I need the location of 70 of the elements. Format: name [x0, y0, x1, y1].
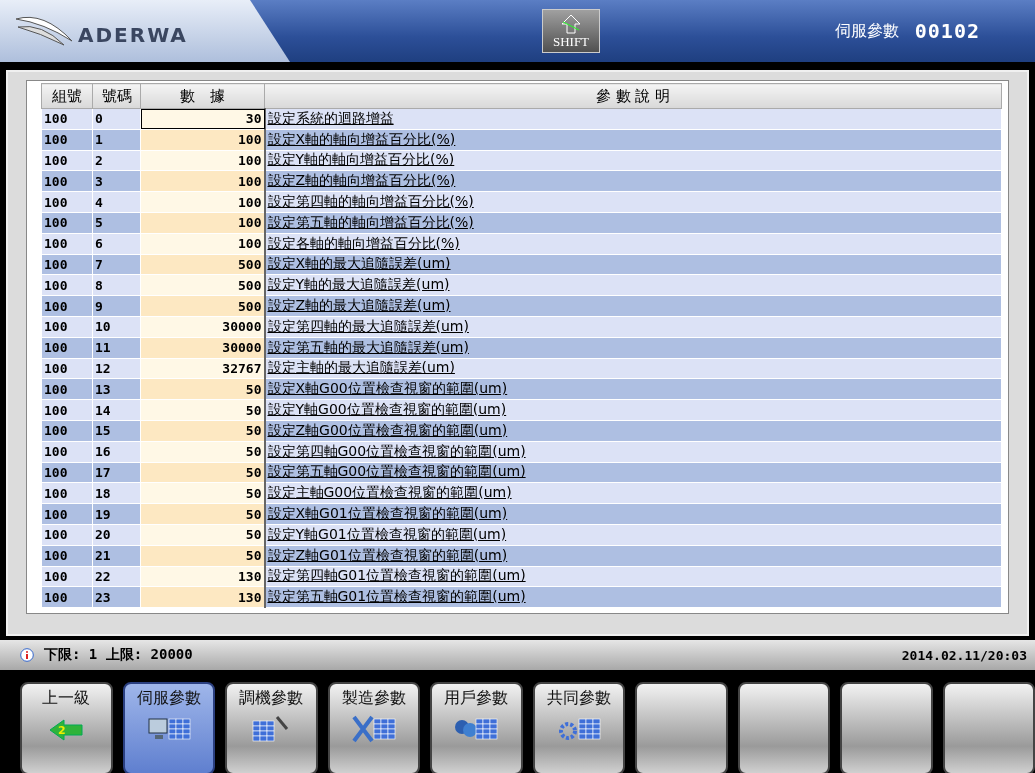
table-cell: 設定X軸G00位置檢查視窗的範圍(um) — [264, 378, 1002, 400]
table-cell: 100 — [41, 378, 93, 400]
softkey-button[interactable]: 伺服參數 — [122, 682, 215, 773]
table-cell: 100 — [41, 337, 93, 359]
table-cell: 100 — [41, 129, 93, 151]
table-cell: 設定第四軸G00位置檢查視窗的範圍(um) — [264, 441, 1002, 463]
up-arrow-icon — [560, 14, 582, 34]
info-icon — [20, 648, 34, 662]
table-cell: 設定第四軸的軸向增益百分比(%) — [264, 191, 1002, 213]
softkey-button[interactable]: 上一級 2 — [20, 682, 113, 773]
table-cell: 100 — [41, 482, 93, 504]
table-cell: 100 — [41, 399, 93, 421]
table-cell: 設定Z軸G00位置檢查視窗的範圍(um) — [264, 420, 1002, 442]
table-cell: 100 — [41, 233, 93, 255]
table-cell: 設定主軸的最大追隨誤差(um) — [264, 358, 1002, 379]
table-cell: 100 — [41, 212, 93, 234]
column-header: 數 據 — [140, 83, 265, 109]
softkey-button[interactable]: 用戶參數 — [430, 682, 523, 773]
column-header: 參 數 說 明 — [264, 83, 1002, 109]
table-cell: 100 — [41, 524, 93, 546]
table-cell: 100 — [41, 170, 93, 192]
datetime-text: 2014.02.11/20:03 — [901, 647, 1027, 663]
table-cell: 設定主軸G00位置檢查視窗的範圍(um) — [264, 482, 1002, 504]
table-cell: 100 — [41, 108, 93, 130]
table-cell: 100 — [41, 254, 93, 275]
table-cell: 100 — [41, 545, 93, 567]
table-cell: 設定Z軸G01位置檢查視窗的範圍(um) — [264, 545, 1002, 567]
table-cell: 設定第五軸的最大追隨誤差(um) — [264, 337, 1002, 359]
table-cell: 100 — [41, 441, 93, 463]
softkey-button[interactable] — [737, 682, 830, 773]
table-cell: 100 — [41, 274, 93, 296]
table-cell: 設定第五軸G00位置檢查視窗的範圍(um) — [264, 462, 1002, 483]
column-header: 組號 — [41, 83, 93, 109]
table-cell: 100 — [41, 150, 93, 171]
table-cell: 設定第五軸的軸向增益百分比(%) — [264, 212, 1002, 234]
softkey-button[interactable] — [942, 682, 1035, 773]
table-cell: 100 — [41, 462, 93, 483]
softkey-button[interactable]: 共同參數 — [532, 682, 625, 773]
table-cell: 設定第四軸G01位置檢查視窗的範圍(um) — [264, 566, 1002, 587]
table-cell: 100 — [41, 295, 93, 317]
table-cell: 100 — [41, 316, 93, 338]
softkey-button[interactable]: 製造參數 — [327, 682, 420, 773]
table-cell: 設定X軸G01位置檢查視窗的範圍(um) — [264, 503, 1002, 525]
table-cell: 100 — [41, 420, 93, 442]
table-cell: 設定X軸的最大追隨誤差(um) — [264, 254, 1002, 275]
table-cell: 設定Y軸G01位置檢查視窗的範圍(um) — [264, 524, 1002, 546]
table-cell: 100 — [41, 191, 93, 213]
screen-title: 伺服參數 — [834, 20, 899, 42]
table-cell: 100 — [41, 503, 93, 525]
shift-button[interactable]: SHIFT — [542, 9, 600, 53]
table-cell: 100 — [41, 358, 93, 379]
logo-text: ADERWA — [78, 23, 188, 47]
softkey-button[interactable] — [635, 682, 728, 773]
table-cell: 設定Y軸G00位置檢查視窗的範圍(um) — [264, 399, 1002, 421]
table-cell: 100 — [41, 586, 93, 608]
table-cell: 設定Y軸的軸向增益百分比(%) — [264, 150, 1002, 171]
screen-code: 00102 — [914, 19, 980, 43]
softkey-button[interactable] — [840, 682, 933, 773]
table-cell: 設定X軸的軸向增益百分比(%) — [264, 129, 1002, 151]
table-cell: 設定Z軸的軸向增益百分比(%) — [264, 170, 1002, 192]
table-cell: 設定系統的迴路增益 — [264, 108, 1002, 130]
table-cell: 設定Y軸的最大追隨誤差(um) — [264, 274, 1002, 296]
softkey-button[interactable]: 調機參數 — [225, 682, 318, 773]
table-cell: 設定Z軸的最大追隨誤差(um) — [264, 295, 1002, 317]
column-header: 號碼 — [92, 83, 141, 109]
limit-text: 下限: 1 上限: 20000 — [44, 646, 193, 664]
table-cell: 設定第四軸的最大追隨誤差(um) — [264, 316, 1002, 338]
table-cell: 100 — [41, 566, 93, 587]
table-cell: 設定第五軸G01位置檢查視窗的範圍(um) — [264, 586, 1002, 608]
table-cell: 設定各軸的軸向增益百分比(%) — [264, 233, 1002, 255]
